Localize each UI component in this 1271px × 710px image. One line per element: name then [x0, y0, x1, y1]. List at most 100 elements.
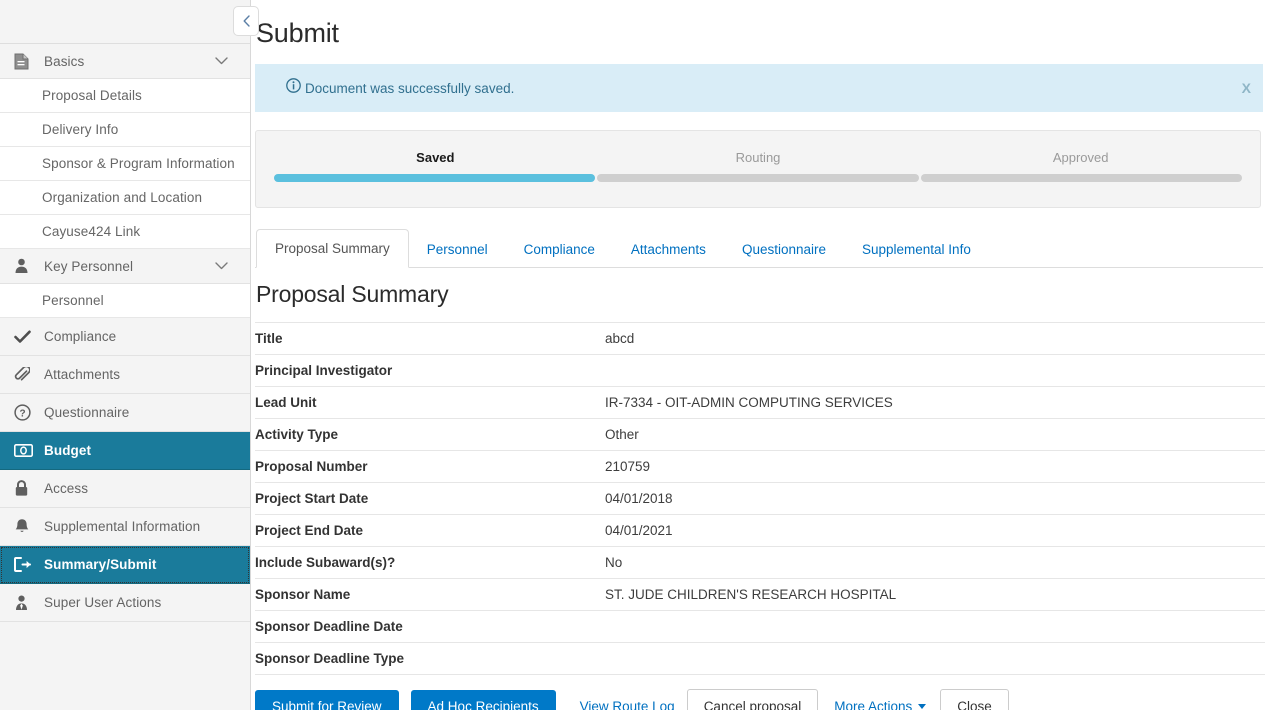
row-value: 04/01/2018: [605, 491, 673, 506]
sidebar-item-label: Sponsor & Program Information: [42, 156, 235, 171]
table-row: Title abcd: [255, 322, 1265, 355]
sidebar-item-summary-submit[interactable]: Summary/Submit: [0, 546, 250, 584]
page-title: Submit: [256, 18, 339, 48]
sidebar-item-access[interactable]: Access: [0, 470, 250, 508]
tab-label: Attachments: [630, 242, 706, 257]
user-tie-icon: [14, 593, 36, 613]
table-row: Proposal Number 210759: [255, 451, 1265, 483]
row-value: No: [605, 555, 623, 570]
sidebar-item-label: Supplemental Information: [44, 519, 201, 534]
row-label: Sponsor Deadline Date: [255, 619, 403, 634]
sidebar-item-super-user-actions[interactable]: Super User Actions: [0, 584, 250, 622]
sidebar-item-label: Organization and Location: [42, 190, 203, 205]
table-row: Project End Date 04/01/2021: [255, 515, 1265, 547]
row-label: Sponsor Deadline Type: [255, 651, 405, 666]
tab-proposal-summary[interactable]: Proposal Summary: [256, 229, 409, 268]
proposal-summary-table: Title abcd Principal Investigator Lead U…: [255, 322, 1265, 675]
progress-step-saved: Saved: [274, 149, 597, 167]
main-content: Submit Document was successfully saved. …: [251, 0, 1271, 710]
progress-step-routing: Routing: [597, 149, 920, 167]
sidebar-item-label: Super User Actions: [44, 595, 162, 610]
sidebar-item-label: Access: [44, 481, 89, 496]
lock-icon: [14, 479, 36, 499]
sidebar-item-cayuse424-link[interactable]: Cayuse424 Link: [0, 215, 250, 249]
progress-bar-segment-saved: [274, 174, 596, 182]
progress-step-label: Approved: [1052, 150, 1109, 165]
question-circle-icon: ?: [14, 403, 36, 423]
table-row: Sponsor Name ST. JUDE CHILDREN'S RESEARC…: [255, 579, 1265, 611]
success-alert-banner: Document was successfully saved. X: [255, 64, 1263, 112]
money-bill-icon: [14, 441, 36, 461]
progress-step-labels: Saved Routing Approved: [256, 131, 1260, 167]
progress-step-label: Routing: [735, 150, 781, 165]
row-value: [605, 355, 1265, 387]
tab-attachments[interactable]: Attachments: [613, 231, 724, 268]
submit-for-review-button[interactable]: Submit for Review: [255, 690, 399, 710]
row-value: Other: [605, 427, 639, 442]
row-label: Title: [255, 331, 283, 346]
row-label: Activity Type: [255, 427, 339, 442]
tab-personnel[interactable]: Personnel: [409, 231, 506, 268]
sidebar-item-sponsor-program-information[interactable]: Sponsor & Program Information: [0, 147, 250, 181]
person-icon: [14, 256, 36, 276]
sidebar-group-label: Basics: [44, 53, 85, 69]
table-row: Sponsor Deadline Date: [255, 611, 1265, 643]
cancel-proposal-button[interactable]: Cancel proposal: [686, 689, 819, 710]
alert-close-button[interactable]: X: [1242, 80, 1251, 96]
sidebar-item-personnel[interactable]: Personnel: [0, 284, 250, 318]
chevron-down-icon: [215, 52, 228, 70]
sidebar-group-label: Key Personnel: [44, 258, 134, 274]
sidebar-item-attachments[interactable]: Attachments: [0, 356, 250, 394]
sidebar-item-proposal-details[interactable]: Proposal Details: [0, 79, 250, 113]
sidebar-collapse-button[interactable]: [233, 6, 259, 36]
sidebar-item-questionnaire[interactable]: ? Questionnaire: [0, 394, 250, 432]
tab-label: Questionnaire: [741, 242, 826, 257]
view-route-log-link[interactable]: View Route Log: [568, 699, 687, 710]
sidebar-item-organization-and-location[interactable]: Organization and Location: [0, 181, 250, 215]
ad-hoc-recipients-button[interactable]: Ad Hoc Recipients: [410, 690, 556, 710]
progress-bar-track: [256, 167, 1260, 182]
row-value: [605, 643, 1265, 675]
row-value: abcd: [605, 331, 635, 346]
table-row: Project Start Date 04/01/2018: [255, 483, 1265, 515]
sidebar-item-label: Proposal Details: [42, 88, 142, 103]
tab-questionnaire[interactable]: Questionnaire: [724, 231, 844, 268]
alert-message: Document was successfully saved.: [305, 80, 515, 96]
bell-icon: [14, 517, 36, 537]
tab-label: Proposal Summary: [275, 241, 390, 256]
action-button-bar: Submit for Review Ad Hoc Recipients View…: [255, 689, 1271, 710]
more-actions-label: More Actions: [834, 699, 913, 710]
sidebar-group-basics[interactable]: Basics: [0, 44, 250, 79]
table-row: Principal Investigator: [255, 355, 1265, 387]
sidebar-item-label: Budget: [44, 443, 92, 458]
document-icon: [14, 51, 36, 71]
sidebar-item-supplemental-information[interactable]: Supplemental Information: [0, 508, 250, 546]
row-label: Principal Investigator: [255, 363, 393, 378]
row-label: Lead Unit: [255, 395, 317, 410]
sidebar-item-budget[interactable]: Budget: [0, 432, 250, 470]
summary-tab-bar: Proposal Summary Personnel Compliance At…: [255, 229, 1263, 268]
tab-supplemental-info[interactable]: Supplemental Info: [844, 231, 989, 268]
row-label: Project Start Date: [255, 491, 369, 506]
sidebar-item-delivery-info[interactable]: Delivery Info: [0, 113, 250, 147]
section-title: Proposal Summary: [256, 281, 449, 307]
row-label: Proposal Number: [255, 459, 368, 474]
sidebar-item-label: Compliance: [44, 329, 117, 344]
close-button[interactable]: Close: [940, 689, 1009, 710]
table-row: Lead Unit IR-7334 - OIT-ADMIN COMPUTING …: [255, 387, 1265, 419]
sidebar-item-label: Summary/Submit: [44, 557, 157, 572]
sidebar-item-compliance[interactable]: Compliance: [0, 318, 250, 356]
progress-step-approved: Approved: [919, 149, 1242, 167]
row-value: ST. JUDE CHILDREN'S RESEARCH HOSPITAL: [605, 587, 897, 602]
sidebar-group-key-personnel[interactable]: Key Personnel: [0, 249, 250, 284]
more-actions-dropdown[interactable]: More Actions: [818, 699, 940, 710]
caret-down-icon: [918, 704, 927, 709]
tab-compliance[interactable]: Compliance: [506, 231, 613, 268]
row-value: [605, 611, 1265, 643]
row-label: Sponsor Name: [255, 587, 351, 602]
chevron-down-icon: [215, 257, 228, 275]
sidebar-item-label: Personnel: [42, 293, 104, 308]
submission-progress-panel: Saved Routing Approved: [255, 130, 1261, 208]
progress-step-label: Saved: [416, 150, 455, 165]
application-root: Basics Proposal Details Delivery Info Sp…: [0, 0, 1271, 710]
